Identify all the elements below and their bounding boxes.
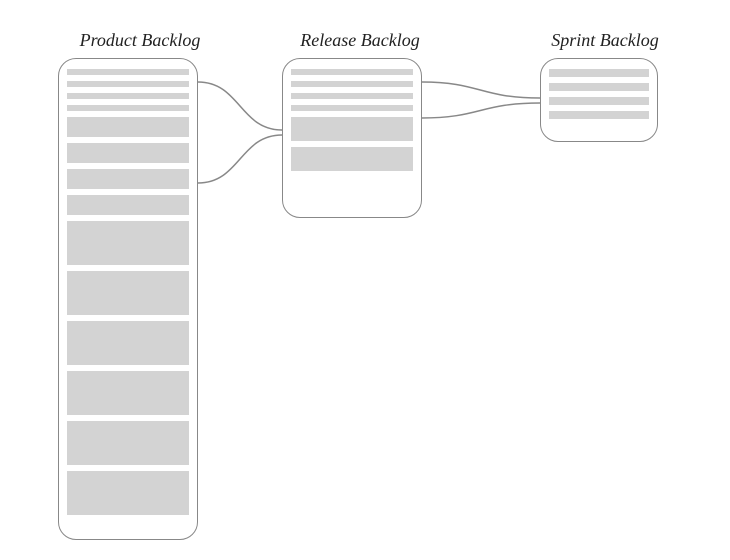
product-backlog-title: Product Backlog bbox=[70, 30, 210, 51]
backlog-item bbox=[67, 93, 189, 99]
backlog-item bbox=[67, 471, 189, 515]
backlog-item bbox=[291, 117, 413, 141]
backlog-item bbox=[67, 271, 189, 315]
backlog-item bbox=[67, 143, 189, 163]
product-backlog-box bbox=[58, 58, 198, 540]
backlog-item bbox=[291, 81, 413, 87]
backlog-item bbox=[67, 81, 189, 87]
backlog-item bbox=[67, 117, 189, 137]
backlog-item bbox=[291, 69, 413, 75]
backlog-item bbox=[291, 105, 413, 111]
backlog-item bbox=[291, 147, 413, 171]
backlog-item bbox=[549, 69, 649, 77]
sprint-backlog-title: Sprint Backlog bbox=[546, 30, 664, 51]
release-backlog-box bbox=[282, 58, 422, 218]
backlog-item bbox=[67, 321, 189, 365]
backlog-item bbox=[67, 221, 189, 265]
backlog-item bbox=[67, 105, 189, 111]
backlog-item bbox=[549, 83, 649, 91]
backlog-item bbox=[67, 69, 189, 75]
backlog-item bbox=[67, 371, 189, 415]
backlog-item bbox=[67, 169, 189, 189]
backlog-item bbox=[291, 93, 413, 99]
backlog-item bbox=[67, 195, 189, 215]
backlog-item bbox=[67, 421, 189, 465]
release-backlog-title: Release Backlog bbox=[290, 30, 430, 51]
backlog-item bbox=[549, 97, 649, 105]
backlog-item bbox=[549, 111, 649, 119]
sprint-backlog-box bbox=[540, 58, 658, 142]
